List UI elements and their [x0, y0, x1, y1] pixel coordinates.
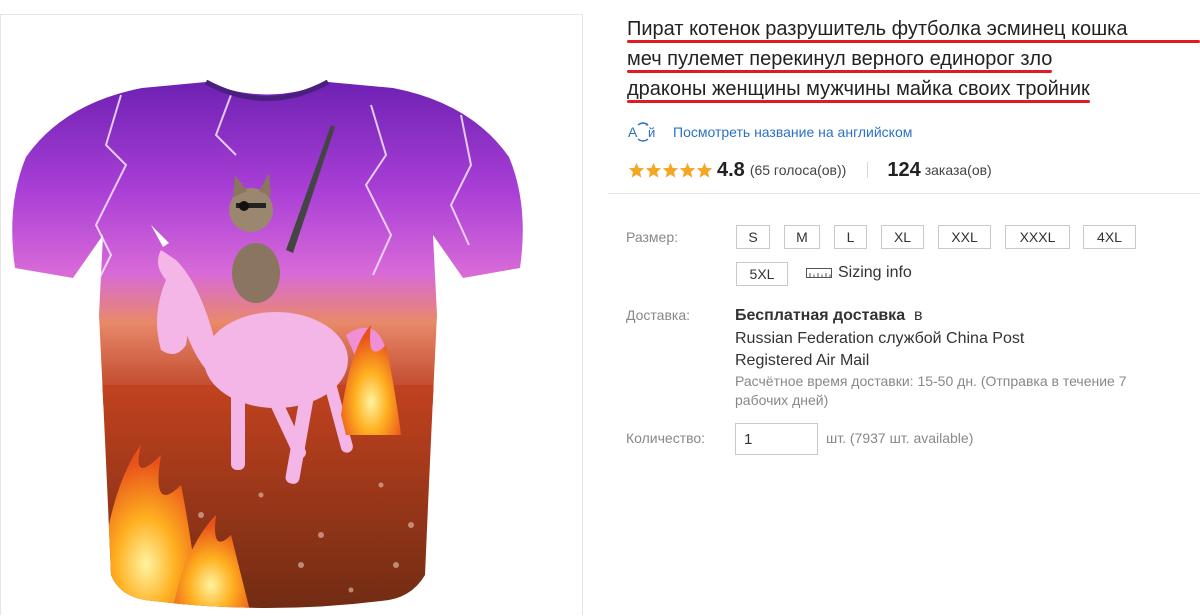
product-title-line: меч пулемет перекинул верного единорог з… [627, 44, 1053, 74]
star-icon [696, 162, 713, 178]
star-icon [679, 162, 696, 178]
t-shirt-image [12, 79, 523, 608]
star-icon [645, 162, 662, 178]
size-option-m[interactable]: M [784, 225, 820, 249]
sizing-info-link[interactable]: Sizing info [806, 264, 912, 282]
size-option-s[interactable]: S [736, 225, 770, 249]
divider [867, 162, 869, 178]
svg-text:A: A [628, 124, 638, 140]
size-option-4xl[interactable]: 4XL [1083, 225, 1136, 249]
svg-text:й: й [648, 125, 655, 140]
size-label: Размер: [626, 229, 679, 245]
shipping-label: Доставка: [626, 307, 691, 323]
title-underline [627, 100, 1090, 103]
title-underline [627, 70, 1053, 73]
shipping-info: Бесплатная доставка в Russian Federation… [735, 305, 1185, 373]
delivery-estimate: Расчётное время доставки: 15-50 дн. (Отп… [735, 373, 1127, 408]
quantity-available: шт. (7937 шт. available) [826, 430, 974, 446]
quantity-label: Количество: [626, 430, 706, 446]
size-option-xl[interactable]: XL [881, 225, 924, 249]
size-option-xxl[interactable]: XXL [938, 225, 991, 249]
shipping-destination[interactable]: Russian Federation службой China Post Re… [735, 328, 1075, 373]
size-option-l[interactable]: L [834, 225, 867, 249]
translate-row: A й Посмотреть название на английском [627, 121, 912, 143]
size-option-xxxl[interactable]: XXXL [1005, 225, 1070, 249]
votes-count[interactable]: (65 голоса(ов)) [750, 162, 847, 178]
translate-icon: A й [628, 122, 655, 142]
rating-row: 4.8 (65 голоса(ов)) 124 заказа(ов) [628, 157, 992, 183]
product-title-line: Пират котенок разрушитель футболка эсмин… [627, 14, 1200, 44]
size-option-5xl[interactable]: 5XL [736, 262, 788, 286]
orders-label: заказа(ов) [924, 162, 992, 178]
star-icon [662, 162, 679, 178]
product-title-line: драконы женщины мужчины майка своих трой… [627, 74, 1090, 104]
rating-stars[interactable] [628, 162, 713, 178]
divider [608, 193, 1200, 194]
free-shipping-text: Бесплатная доставка [735, 307, 906, 324]
orders-count: 124 [887, 158, 921, 181]
product-title: Пират котенок разрушитель футболка эсмин… [627, 14, 1200, 104]
rating-value: 4.8 [717, 158, 745, 181]
view-english-title-link[interactable]: Посмотреть название на английском [673, 124, 912, 140]
star-icon [628, 162, 645, 178]
title-underline [627, 40, 1200, 43]
shipping-to-prefix: в [913, 307, 923, 324]
product-image-panel[interactable] [0, 14, 583, 615]
quantity-input[interactable] [735, 423, 818, 455]
ruler-icon [806, 268, 832, 278]
sizing-info-label: Sizing info [838, 264, 912, 281]
